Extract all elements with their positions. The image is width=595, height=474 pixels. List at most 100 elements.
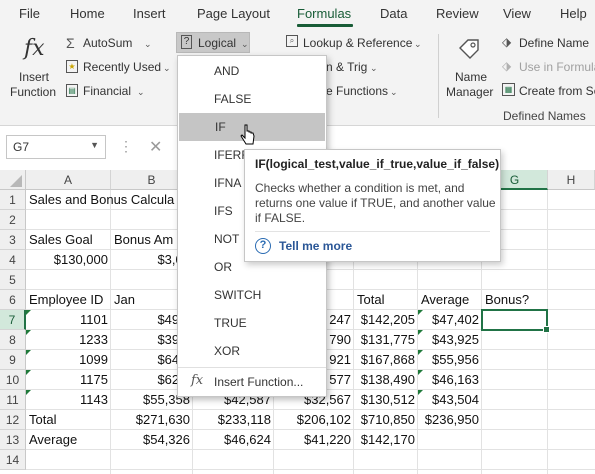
tooltip-signature: IF(logical_test,value_if_true,value_if_f… bbox=[255, 157, 500, 171]
cell-a10[interactable]: 1175 bbox=[26, 370, 111, 390]
fx-icon: fx bbox=[191, 373, 204, 388]
cell-e13[interactable]: $142,170 bbox=[354, 430, 418, 450]
cell-b12[interactable]: $271,630 bbox=[111, 410, 193, 430]
tab-help[interactable]: Help bbox=[560, 6, 587, 21]
cell-a4[interactable]: $130,000 bbox=[26, 250, 111, 270]
cell-a13[interactable]: Average bbox=[26, 430, 111, 450]
tell-me-more-link[interactable]: ? Tell me more bbox=[255, 238, 385, 256]
row-header-10[interactable]: 10 bbox=[0, 370, 26, 390]
menu-item-switch[interactable]: SWITCH bbox=[178, 281, 326, 309]
tab-home[interactable]: Home bbox=[70, 6, 105, 21]
cell-f8[interactable]: $43,925 bbox=[418, 330, 482, 350]
fx-icon: fx bbox=[24, 36, 45, 61]
menu-item-false[interactable]: FALSE bbox=[178, 85, 326, 113]
chevron-down-icon: ⌄ bbox=[144, 39, 152, 49]
cell-a9[interactable]: 1099 bbox=[26, 350, 111, 370]
column-header-a[interactable]: A bbox=[26, 170, 111, 190]
cell-a7[interactable]: 1101 bbox=[26, 310, 111, 330]
financial-button[interactable]: ▤ Financial ⌄ bbox=[64, 82, 154, 100]
cell-f6[interactable]: Average bbox=[418, 290, 482, 310]
name-box[interactable]: G7 ▼ bbox=[6, 135, 106, 159]
active-cell-g7[interactable] bbox=[481, 309, 550, 333]
row-header-5[interactable]: 5 bbox=[0, 270, 26, 290]
insert-function-menu-label: Insert Function... bbox=[214, 375, 304, 389]
insert-function-label-2: Function bbox=[10, 85, 57, 99]
use-in-formula-button[interactable]: ⬗ Use in Formula bbox=[500, 58, 595, 76]
tab-review[interactable]: Review bbox=[436, 6, 479, 21]
menu-item-xor[interactable]: XOR bbox=[178, 337, 326, 365]
cell-a11[interactable]: 1143 bbox=[26, 390, 111, 410]
tab-data[interactable]: Data bbox=[380, 6, 407, 21]
cell-c12[interactable]: $233,118 bbox=[193, 410, 274, 430]
math-trig-label: n & Trig bbox=[326, 60, 368, 74]
chevron-down-icon[interactable]: ▼ bbox=[90, 140, 99, 150]
cell-f10[interactable]: $46,163 bbox=[418, 370, 482, 390]
tooltip-description-1: Checks whether a condition is met, and bbox=[255, 181, 465, 195]
cell-e7[interactable]: $142,205 bbox=[354, 310, 418, 330]
insert-function-button[interactable]: fx Insert Function bbox=[6, 34, 62, 104]
row-header-3[interactable]: 3 bbox=[0, 230, 26, 250]
chevron-down-icon: ⌄ bbox=[370, 63, 378, 73]
cell-e11[interactable]: $130,512 bbox=[354, 390, 418, 410]
cell-e6[interactable]: Total bbox=[354, 290, 418, 310]
name-box-value: G7 bbox=[13, 140, 30, 154]
row-header-9[interactable]: 9 bbox=[0, 350, 26, 370]
cell-f7[interactable]: $47,402 bbox=[418, 310, 482, 330]
menu-item-and[interactable]: AND bbox=[178, 57, 326, 85]
cell-e9[interactable]: $167,868 bbox=[354, 350, 418, 370]
more-functions-button[interactable]: e Functions ⌄ bbox=[326, 82, 406, 100]
chevron-down-icon: ⌄ bbox=[390, 87, 398, 97]
cell-e12[interactable]: $710,850 bbox=[354, 410, 418, 430]
row-header-2[interactable]: 2 bbox=[0, 210, 26, 230]
tab-page-layout[interactable]: Page Layout bbox=[197, 6, 270, 21]
cell-b13[interactable]: $54,326 bbox=[111, 430, 193, 450]
tooltip-description-2: returns one value if TRUE, and another v… bbox=[255, 196, 496, 210]
cell-g6[interactable]: Bonus? bbox=[482, 290, 548, 310]
name-manager-button[interactable]: Name Manager bbox=[442, 34, 498, 104]
row-header-13[interactable]: 13 bbox=[0, 430, 26, 450]
tab-view[interactable]: View bbox=[503, 6, 531, 21]
tag-icon: ⬗ bbox=[502, 35, 512, 49]
cell-c13[interactable]: $46,624 bbox=[193, 430, 274, 450]
active-tab-indicator bbox=[297, 24, 353, 27]
tab-insert[interactable]: Insert bbox=[133, 6, 166, 21]
row-header-8[interactable]: 8 bbox=[0, 330, 26, 350]
define-name-button[interactable]: ⬗ Define Name bbox=[500, 34, 595, 52]
logical-button[interactable]: ? Logical ⌄ bbox=[176, 32, 250, 53]
row-header-14[interactable]: 14 bbox=[0, 450, 26, 470]
row-header-1[interactable]: 1 bbox=[0, 190, 26, 210]
autosum-button[interactable]: Σ AutoSum ⌄ bbox=[64, 34, 154, 52]
column-header-h[interactable]: H bbox=[548, 170, 595, 190]
cell-a3[interactable]: Sales Goal bbox=[26, 230, 111, 250]
math-trig-button[interactable]: n & Trig ⌄ bbox=[326, 58, 386, 76]
cancel-icon[interactable]: ✕ bbox=[149, 137, 162, 157]
chevron-down-icon: ⌄ bbox=[414, 39, 422, 49]
cell-e10[interactable]: $138,490 bbox=[354, 370, 418, 390]
cell-a8[interactable]: 1233 bbox=[26, 330, 111, 350]
cell-e8[interactable]: $131,775 bbox=[354, 330, 418, 350]
name-manager-label-1: Name bbox=[455, 70, 488, 84]
cell-f11[interactable]: $43,504 bbox=[418, 390, 482, 410]
row-header-7[interactable]: 7 bbox=[0, 310, 26, 330]
logical-label: Logical bbox=[198, 36, 237, 50]
cell-a12[interactable]: Total bbox=[26, 410, 111, 430]
tab-file[interactable]: File bbox=[19, 6, 40, 21]
lookup-reference-button[interactable]: ⌕ Lookup & Reference ⌄ bbox=[284, 34, 424, 52]
cell-d12[interactable]: $206,102 bbox=[274, 410, 354, 430]
cell-d13[interactable]: $41,220 bbox=[274, 430, 354, 450]
row-header-6[interactable]: 6 bbox=[0, 290, 26, 310]
row-header-11[interactable]: 11 bbox=[0, 390, 26, 410]
star-book-icon: ★ bbox=[66, 60, 78, 73]
select-all-corner[interactable] bbox=[0, 170, 26, 190]
cell-f12[interactable]: $236,950 bbox=[418, 410, 482, 430]
tab-formulas[interactable]: Formulas bbox=[297, 6, 351, 21]
row-header-12[interactable]: 12 bbox=[0, 410, 26, 430]
cell-a6[interactable]: Employee ID bbox=[26, 290, 111, 310]
menu-item-insert-function[interactable]: fx Insert Function... bbox=[178, 369, 326, 395]
row-header-4[interactable]: 4 bbox=[0, 250, 26, 270]
recently-used-button[interactable]: ★ Recently Used ⌄ bbox=[64, 58, 174, 76]
menu-item-true[interactable]: TRUE bbox=[178, 309, 326, 337]
insert-function-label-1: Insert bbox=[19, 70, 50, 84]
cell-f9[interactable]: $55,956 bbox=[418, 350, 482, 370]
create-from-selection-button[interactable]: ▦ Create from Se bbox=[500, 82, 595, 100]
